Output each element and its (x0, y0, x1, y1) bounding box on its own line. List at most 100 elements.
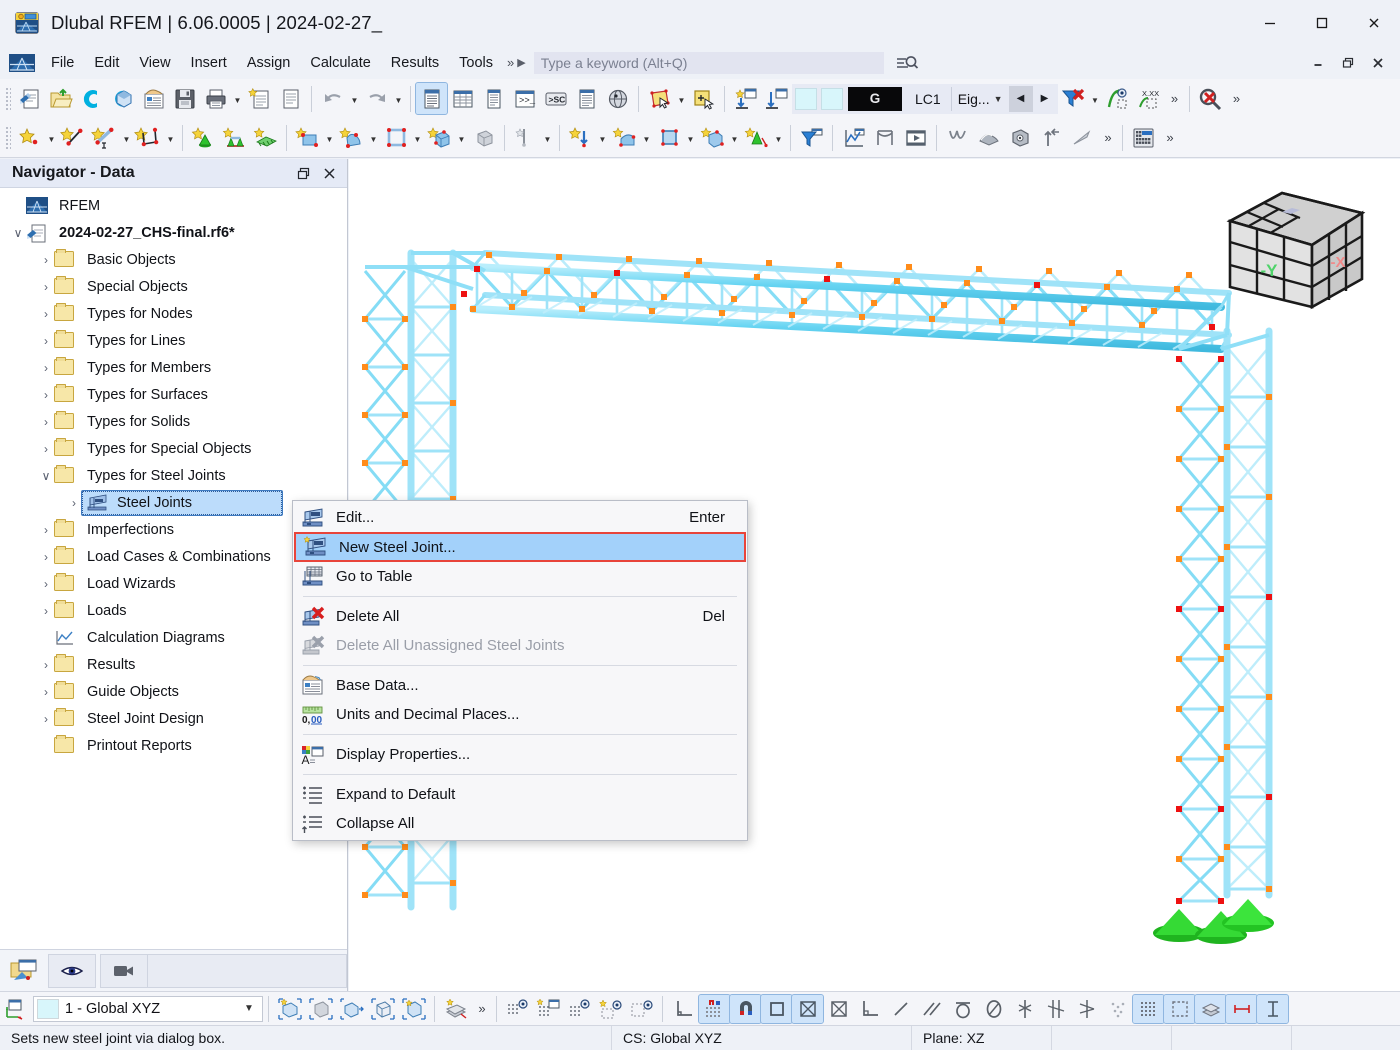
close-model-icon[interactable] (76, 83, 107, 114)
tree-item-basic-objects[interactable]: › Basic Objects (0, 246, 347, 273)
context-item-display-properties[interactable]: A Display Properties... (293, 740, 747, 769)
surface-result-icon[interactable] (973, 122, 1004, 153)
menu-edit[interactable]: Edit (84, 51, 129, 75)
tree-item-types-for-steel-joints[interactable]: ∨ Types for Steel Joints (0, 462, 347, 489)
load-in-icon[interactable] (730, 83, 761, 114)
load-case-prev-button[interactable]: ◀ (1009, 86, 1033, 112)
tree-item-types-for-lines[interactable]: › Types for Lines (0, 327, 347, 354)
snap-apparent-icon[interactable] (1071, 995, 1102, 1023)
zoom-reset-icon[interactable] (1195, 83, 1226, 114)
select-surface-caret-icon[interactable]: ▼ (675, 83, 688, 114)
coordinate-system-combo[interactable]: 1 - Global XYZ ▼ (33, 996, 263, 1022)
snap-endpoint-icon[interactable] (761, 995, 792, 1023)
nodal-load-caret-icon[interactable]: ▼ (596, 122, 609, 153)
object-snap-icon[interactable] (730, 995, 761, 1023)
tables-icon[interactable] (447, 83, 478, 114)
redo-caret-icon[interactable]: ▼ (392, 83, 405, 114)
navigator-icon[interactable] (416, 83, 447, 114)
report-icon[interactable] (275, 83, 306, 114)
new-polyline-icon[interactable] (133, 122, 164, 153)
member-result-icon[interactable] (1066, 122, 1097, 153)
load-color-swatch-2[interactable] (821, 88, 843, 110)
mdi-close-button[interactable] (1364, 51, 1392, 75)
context-item-new-steel-joint[interactable]: New Steel Joint... (294, 532, 746, 562)
snap-nearest-icon[interactable] (1102, 995, 1133, 1023)
new-report-icon[interactable] (244, 83, 275, 114)
print-caret-icon[interactable]: ▼ (231, 83, 244, 114)
filter-icon[interactable] (796, 122, 827, 153)
toolbar-grip[interactable] (4, 86, 11, 111)
snap-parallel-icon[interactable] (916, 995, 947, 1023)
animation-icon[interactable] (900, 122, 931, 153)
menu-view[interactable]: View (129, 51, 180, 75)
new-node-icon[interactable] (14, 122, 45, 153)
tree-item-rfem[interactable]: RFEM (0, 192, 347, 219)
work-plane-icon[interactable] (1164, 995, 1195, 1023)
chevron-right-icon[interactable]: › (38, 658, 54, 672)
snap-center-icon[interactable] (792, 995, 823, 1023)
tree-item-types-for-special-objects[interactable]: › Types for Special Objects (0, 435, 347, 462)
view-wizard-icon[interactable] (440, 995, 471, 1023)
tree-item-types-for-surfaces[interactable]: › Types for Surfaces (0, 381, 347, 408)
console-icon[interactable]: >>_ (509, 83, 540, 114)
influence-line-icon[interactable] (942, 122, 973, 153)
visibility-icon[interactable] (1102, 83, 1133, 114)
project-manager-icon[interactable] (138, 83, 169, 114)
grid-detail-icon[interactable] (626, 995, 657, 1023)
chevron-right-icon[interactable]: › (38, 415, 54, 429)
chevron-right-icon[interactable]: › (38, 280, 54, 294)
toolbar2-overflow-b-icon[interactable]: » (1159, 122, 1179, 153)
chevron-right-icon[interactable]: › (38, 442, 54, 456)
close-button[interactable] (1348, 0, 1400, 46)
load-case-next-button[interactable]: ▶ (1033, 86, 1057, 112)
search-input[interactable]: Type a keyword (Alt+Q) (534, 52, 884, 74)
minimize-button[interactable] (1244, 0, 1296, 46)
guide-lines-icon[interactable] (1226, 995, 1257, 1023)
member-load-caret-icon[interactable]: ▼ (640, 122, 653, 153)
new-surface-icon[interactable] (292, 122, 323, 153)
import-icon[interactable] (107, 83, 138, 114)
snap-line-icon[interactable] (885, 995, 916, 1023)
tree-item-types-for-members[interactable]: › Types for Members (0, 354, 347, 381)
grid-new-icon[interactable] (533, 995, 564, 1023)
context-item-go-to-table[interactable]: Go to Table (293, 562, 747, 591)
dimension-icon[interactable] (1257, 995, 1288, 1023)
context-item-base-data[interactable]: Base Data... (293, 671, 747, 700)
line-load-caret-icon[interactable]: ▼ (684, 122, 697, 153)
views-tab[interactable] (100, 954, 148, 988)
globe-icon[interactable] (602, 83, 633, 114)
snap-quadrant-icon[interactable] (978, 995, 1009, 1023)
result-diagram-icon[interactable] (838, 122, 869, 153)
load-out-icon[interactable] (761, 83, 792, 114)
new-block-icon[interactable] (424, 122, 455, 153)
info-panel-icon[interactable] (571, 83, 602, 114)
chevron-right-icon[interactable]: › (38, 334, 54, 348)
redo-icon[interactable] (361, 83, 392, 114)
context-item-units[interactable]: 0, 00 Units and Decimal Places... (293, 700, 747, 729)
chevron-down-icon[interactable]: ▼ (236, 1003, 262, 1014)
layers-icon[interactable] (1195, 995, 1226, 1023)
imperfection-icon[interactable] (510, 122, 541, 153)
chevron-right-icon[interactable]: › (38, 685, 54, 699)
new-surface-caret-icon[interactable]: ▼ (323, 122, 336, 153)
chevron-right-icon[interactable]: › (38, 712, 54, 726)
menu-tools[interactable]: Tools (449, 51, 503, 75)
new-line-icon[interactable] (58, 122, 89, 153)
grid-point-icon[interactable] (502, 995, 533, 1023)
nodal-load-icon[interactable] (565, 122, 596, 153)
snap-midpoint-icon[interactable] (823, 995, 854, 1023)
menu-calculate[interactable]: Calculate (300, 51, 380, 75)
context-item-delete-all[interactable]: Delete All Del (293, 602, 747, 631)
menu-insert[interactable]: Insert (181, 51, 237, 75)
snap-tangent-icon[interactable] (947, 995, 978, 1023)
solid-result-icon[interactable] (1004, 122, 1035, 153)
view-restore-icon[interactable] (398, 995, 429, 1023)
free-load-icon[interactable] (697, 122, 728, 153)
undock-icon[interactable] (291, 162, 315, 184)
tree-item-special-objects[interactable]: › Special Objects (0, 273, 347, 300)
menu-file[interactable]: File (41, 51, 84, 75)
chevron-right-icon[interactable]: › (38, 550, 54, 564)
menu-overflow-icon[interactable]: » (503, 55, 517, 70)
nodal-support-icon[interactable] (188, 122, 219, 153)
open-folder-icon[interactable] (45, 83, 76, 114)
